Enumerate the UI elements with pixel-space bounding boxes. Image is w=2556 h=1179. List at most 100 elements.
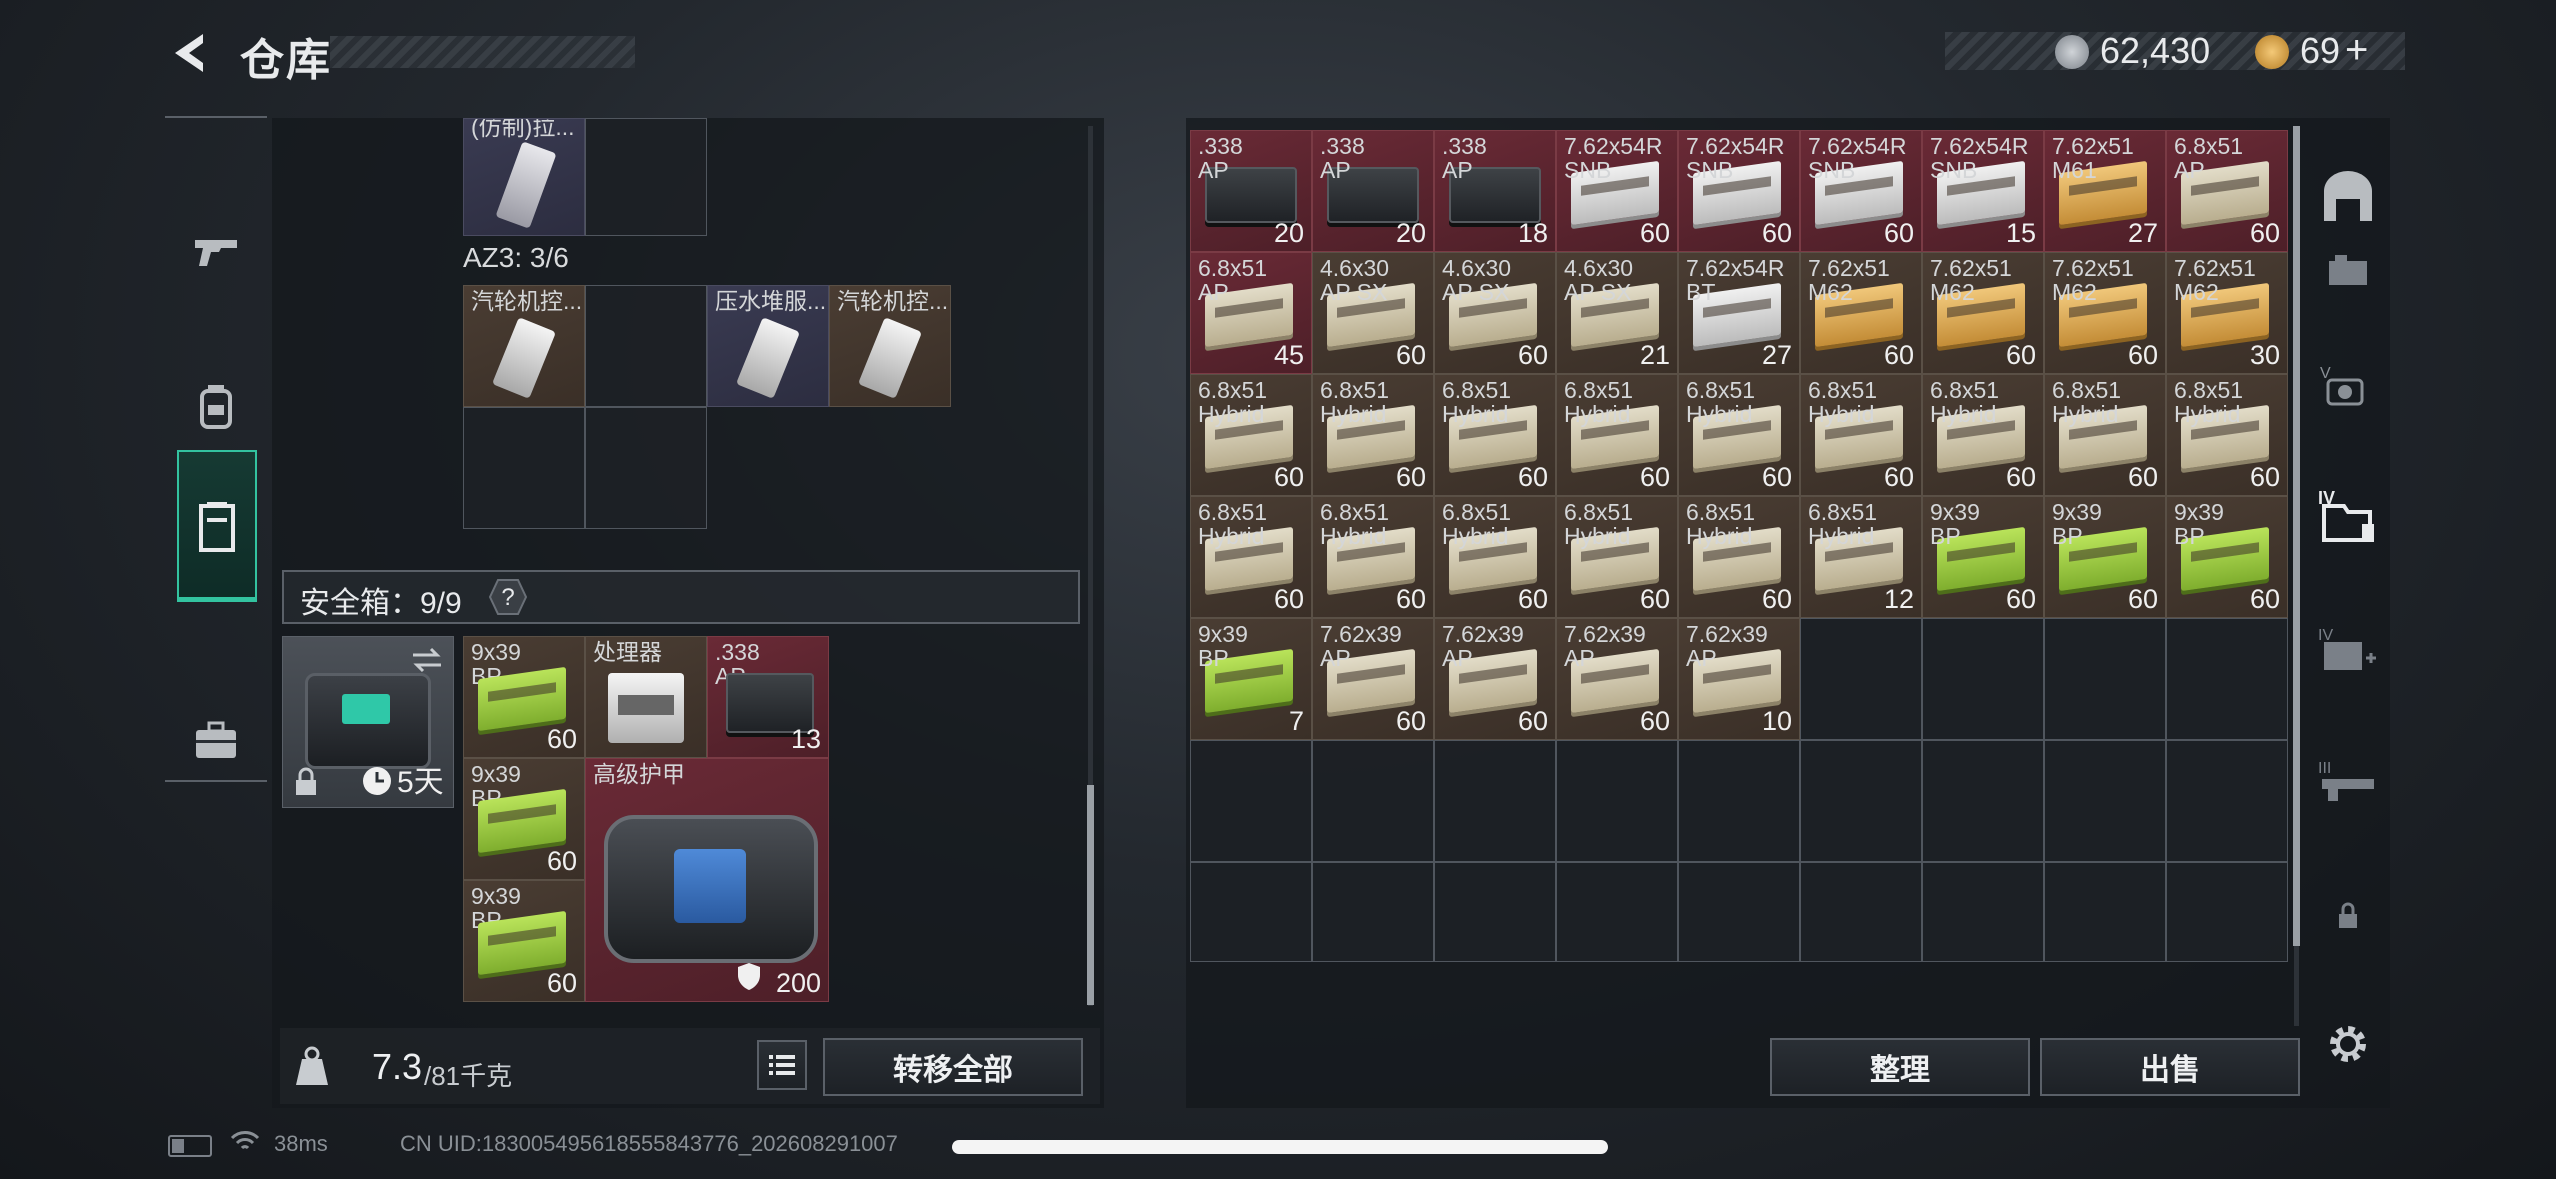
item-slot[interactable]: 汽轮机控... [829,285,951,407]
item-slot[interactable]: 7.62x51 M61 27 [2044,130,2166,252]
item-slot[interactable]: 4.6x30 AP SX 60 [1434,252,1556,374]
item-slot[interactable]: 汽轮机控... [463,285,585,407]
item-slot[interactable]: 6.8x51 Hybrid 60 [1800,374,1922,496]
item-slot[interactable]: 6.8x51 AP 45 [1190,252,1312,374]
item-slot[interactable]: 6.8x51 Hybrid 60 [2166,374,2288,496]
storage-tab-4[interactable]: IV [2312,480,2384,552]
grid-cell[interactable] [2044,618,2166,740]
item-slot[interactable]: .338 AP 18 [1434,130,1556,252]
item-slot[interactable]: 4.6x30 AP SX 21 [1556,252,1678,374]
item-slot[interactable]: 6.8x51 Hybrid 60 [1434,374,1556,496]
item-slot[interactable]: 7.62x54R SNB 60 [1556,130,1678,252]
grid-cell[interactable] [1434,862,1556,962]
item-slot[interactable]: 9x39 BP 60 [2166,496,2288,618]
item-slot[interactable]: 6.8x51 Hybrid 60 [1922,374,2044,496]
tab-storage[interactable] [177,450,257,602]
item-slot[interactable]: 6.8x51 Hybrid 60 [2044,374,2166,496]
item-slot[interactable]: 7.62x54R SNB 60 [1800,130,1922,252]
item-slot[interactable]: 9x39 BP 60 [463,636,585,758]
sort-button[interactable]: 整理 [1770,1038,2030,1096]
transfer-all-button[interactable]: 转移全部 [823,1038,1083,1096]
item-slot[interactable]: 6.8x51 Hybrid 60 [1556,496,1678,618]
grid-cell[interactable] [585,285,707,407]
item-slot[interactable]: 9x39 BP 60 [463,758,585,880]
item-slot[interactable]: 6.8x51 AP 60 [2166,130,2288,252]
item-slot[interactable]: 6.8x51 Hybrid 12 [1800,496,1922,618]
grid-cell[interactable] [1922,862,2044,962]
grid-cell[interactable] [585,407,707,529]
grid-cell[interactable] [1556,740,1678,862]
grid-cell[interactable] [2044,862,2166,962]
grid-cell[interactable] [1800,618,1922,740]
swap-icon[interactable] [409,645,445,675]
grid-cell[interactable] [1678,862,1800,962]
grid-cell[interactable] [1922,618,2044,740]
tab-weapons[interactable] [165,175,267,325]
locked-tab[interactable] [2312,880,2384,952]
grid-cell[interactable] [463,407,585,529]
back-button[interactable] [165,28,215,78]
item-slot[interactable]: 9x39 BP 60 [463,880,585,1002]
tab-case[interactable] [165,665,267,815]
item-slot[interactable]: 7.62x51 M62 60 [1922,252,2044,374]
item-slot[interactable]: 6.8x51 Hybrid 60 [1556,374,1678,496]
list-view-button[interactable] [757,1040,807,1090]
grid-cell[interactable] [1800,862,1922,962]
item-slot[interactable]: 7.62x54R BT 27 [1678,252,1800,374]
grid-cell[interactable] [1312,862,1434,962]
item-slot[interactable]: 9x39 BP 60 [2044,496,2166,618]
item-slot[interactable]: 9x39 BP 7 [1190,618,1312,740]
help-button[interactable]: ? [488,578,528,616]
item-slot[interactable]: 6.8x51 Hybrid 60 [1190,374,1312,496]
grid-cell[interactable] [1434,740,1556,862]
grid-cell[interactable] [2044,740,2166,862]
safe-box-container[interactable]: 5天 [282,636,454,808]
item-slot[interactable]: 处理器 [585,636,707,758]
item-slot[interactable]: .338 AP 20 [1312,130,1434,252]
grid-cell[interactable] [1678,740,1800,862]
item-slot[interactable]: (仿制)拉... [463,118,585,236]
weapon-tab-3[interactable]: III [2312,745,2384,817]
warehouse-tab[interactable] [2312,160,2384,232]
grid-cell[interactable] [2166,862,2288,962]
item-slot[interactable]: 6.8x51 Hybrid 60 [1678,496,1800,618]
grid-cell[interactable] [1190,862,1312,962]
item-slot[interactable]: 6.8x51 Hybrid 60 [1434,496,1556,618]
item-slot[interactable]: 7.62x54R SNB 60 [1678,130,1800,252]
item-slot[interactable]: 6.8x51 Hybrid 60 [1190,496,1312,618]
item-slot[interactable]: 7.62x39 AP 60 [1434,618,1556,740]
sell-button[interactable]: 出售 [2040,1038,2300,1096]
grid-cell[interactable] [1556,862,1678,962]
item-slot[interactable]: 7.62x39 AP 60 [1556,618,1678,740]
grid-cell[interactable] [1190,740,1312,862]
right-scroll-thumb[interactable] [2293,126,2300,946]
item-slot[interactable]: 7.62x39 AP 10 [1678,618,1800,740]
grid-cell[interactable] [2166,740,2288,862]
item-slot[interactable]: 7.62x51 M62 60 [1800,252,1922,374]
storage-tab-5[interactable]: V [2312,350,2384,422]
grid-cell[interactable] [2166,618,2288,740]
item-slot[interactable]: 7.62x51 M62 30 [2166,252,2288,374]
item-slot[interactable]: .338 AP 13 [707,636,829,758]
item-slot[interactable]: 7.62x39 AP 60 [1312,618,1434,740]
item-slot[interactable]: 7.62x51 M62 60 [2044,252,2166,374]
item-slot[interactable]: 4.6x30 AP SX 60 [1312,252,1434,374]
item-slot-armor[interactable]: 高级护甲 200 [585,758,829,1002]
item-slot[interactable]: .338 AP 20 [1190,130,1312,252]
left-scroll-thumb[interactable] [1087,785,1094,1005]
storage-tab-2[interactable] [2312,235,2384,307]
home-indicator[interactable] [952,1140,1608,1154]
medical-tab-4[interactable]: IV [2312,615,2384,687]
item-slot[interactable]: 9x39 BP 60 [1922,496,2044,618]
item-slot[interactable]: 压水堆服... [707,285,829,407]
item-slot[interactable]: 6.8x51 Hybrid 60 [1312,374,1434,496]
grid-cell[interactable] [1312,740,1434,862]
grid-cell[interactable] [585,118,707,236]
item-slot[interactable]: 6.8x51 Hybrid 60 [1312,496,1434,618]
settings-button[interactable] [2312,1008,2384,1080]
item-slot[interactable]: 7.62x54R SNB 15 [1922,130,2044,252]
add-currency-button[interactable]: + [2345,28,2368,73]
grid-cell[interactable] [1922,740,2044,862]
grid-cell[interactable] [1800,740,1922,862]
item-slot[interactable]: 6.8x51 Hybrid 60 [1678,374,1800,496]
